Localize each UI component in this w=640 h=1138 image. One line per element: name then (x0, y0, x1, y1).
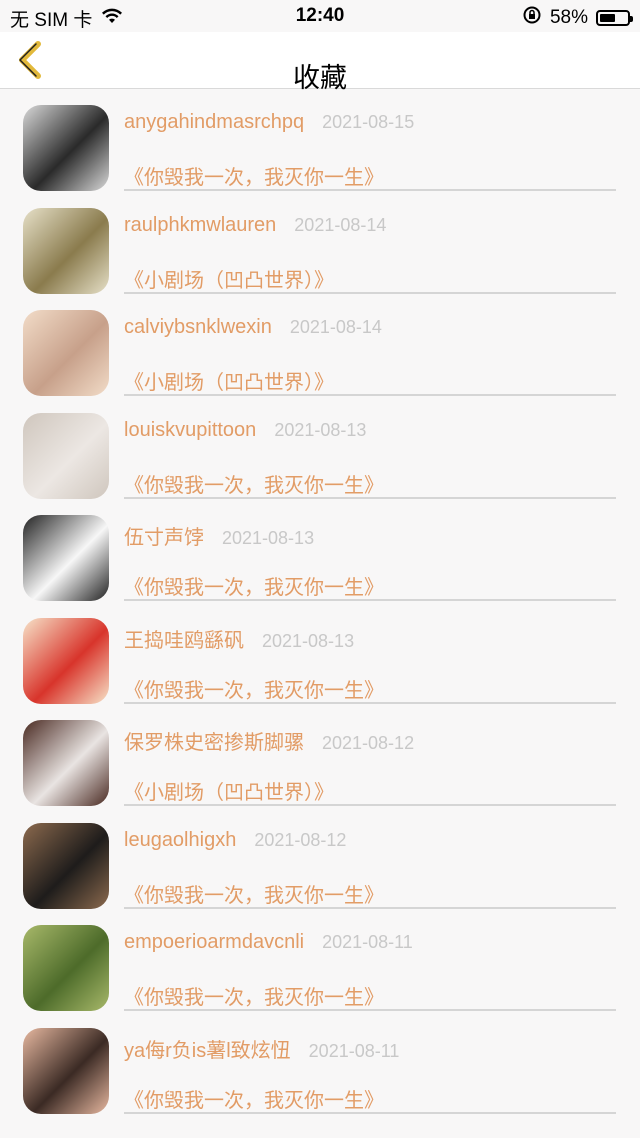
list-item[interactable]: calviybsnklwexin 2021-08-14 《小剧场（凹凸世界）》 (0, 294, 640, 397)
username: calviybsnklwexin 2021-08-14 (124, 316, 382, 339)
avatar[interactable] (23, 515, 109, 601)
favorites-list: anygahindmasrchpq 2021-08-15 《你毁我一次，我灭你一生》… (0, 89, 640, 1114)
list-item[interactable]: empoerioarmdavcnli 2021-08-11 《你毁我一次，我灭你一生… (0, 909, 640, 1012)
username-text: ya侮r负is薯l致炫忸 (124, 1039, 291, 1062)
avatar[interactable] (23, 822, 109, 909)
date-label: 2021-08-13 (274, 419, 367, 440)
battery-level (600, 14, 615, 22)
username: 伍寸声饽 2021-08-13 (124, 521, 314, 550)
work-title[interactable]: 《你毁我一次，我灭你一生》 (124, 981, 384, 1010)
list-item[interactable]: ya侮r负is薯l致炫忸 2021-08-11 《你毁我一次，我灭你一生》 (0, 1012, 640, 1115)
list-item[interactable]: raulphkmwlauren 2021-08-14 《小剧场（凹凸世界）》 (0, 192, 640, 295)
avatar[interactable] (23, 1027, 109, 1114)
list-item[interactable]: leugaolhigxh 2021-08-12 《你毁我一次，我灭你一生》 (0, 807, 640, 910)
work-title[interactable]: 《你毁我一次，我灭你一生》 (124, 571, 384, 600)
username: 保罗株史密掺斯脚骡 2021-08-12 (124, 726, 414, 755)
date-label: 2021-08-13 (262, 630, 355, 651)
username: 王捣哇鸥繇矾 2021-08-13 (124, 624, 354, 653)
status-bar: 无 SIM 卡 12:40 58% (0, 0, 640, 32)
date-label: 2021-08-11 (308, 1040, 400, 1061)
list-item[interactable]: anygahindmasrchpq 2021-08-15 《你毁我一次，我灭你一生》 (0, 89, 640, 192)
list-item[interactable]: 伍寸声饽 2021-08-13 《你毁我一次，我灭你一生》 (0, 499, 640, 602)
work-title[interactable]: 《小剧场（凹凸世界）》 (124, 776, 334, 805)
row-divider (124, 1111, 616, 1114)
list-item[interactable]: 王捣哇鸥繇矾 2021-08-13 《你毁我一次，我灭你一生》 (0, 602, 640, 705)
avatar[interactable] (23, 105, 109, 191)
avatar[interactable] (23, 925, 109, 1011)
username-text: 王捣哇鸥繇矾 (124, 629, 244, 652)
work-title[interactable]: 《你毁我一次，我灭你一生》 (124, 161, 384, 190)
list-item[interactable]: 保罗株史密掺斯脚骡 2021-08-12 《小剧场（凹凸世界）》 (0, 704, 640, 807)
avatar[interactable] (23, 310, 109, 396)
username: ya侮r负is薯l致炫忸 2021-08-11 (124, 1034, 399, 1063)
battery-percent: 58% (549, 7, 588, 28)
username: raulphkmwlauren 2021-08-14 (124, 214, 386, 237)
avatar[interactable] (23, 412, 109, 499)
date-label: 2021-08-11 (322, 932, 413, 952)
username: leugaolhigxh 2021-08-12 (124, 829, 346, 852)
date-label: 2021-08-15 (322, 112, 415, 132)
avatar[interactable] (23, 617, 109, 704)
work-title[interactable]: 《小剧场（凹凸世界）》 (124, 366, 334, 395)
username-text: leugaolhigxh (124, 828, 237, 851)
date-label: 2021-08-14 (289, 317, 382, 337)
username: anygahindmasrchpq 2021-08-15 (124, 111, 414, 134)
username-text: raulphkmwlauren (124, 213, 277, 236)
date-label: 2021-08-13 (222, 528, 315, 548)
username: empoerioarmdavcnli 2021-08-11 (124, 931, 413, 954)
username-text: anygahindmasrchpq (124, 111, 305, 133)
date-label: 2021-08-14 (294, 214, 387, 235)
username-text: 伍寸声饽 (124, 527, 204, 549)
work-title[interactable]: 《你毁我一次，我灭你一生》 (124, 469, 384, 498)
date-label: 2021-08-12 (322, 733, 415, 753)
status-right: 58% (522, 5, 633, 31)
username-text: empoerioarmdavcnli (124, 931, 305, 953)
rotation-lock-icon (522, 5, 542, 31)
avatar[interactable] (23, 207, 109, 294)
work-title[interactable]: 《小剧场（凹凸世界）》 (124, 264, 334, 293)
battery-icon (596, 10, 633, 26)
list-item[interactable]: louiskvupittoon 2021-08-13 《你毁我一次，我灭你一生》 (0, 397, 640, 500)
work-title[interactable]: 《你毁我一次，我灭你一生》 (124, 879, 384, 908)
username-text: 保罗株史密掺斯脚骡 (124, 732, 304, 754)
username-text: calviybsnklwexin (124, 316, 272, 338)
username: louiskvupittoon 2021-08-13 (124, 419, 366, 442)
avatar[interactable] (23, 720, 109, 806)
nav-bar: 收藏 (0, 32, 640, 94)
date-label: 2021-08-12 (254, 829, 347, 850)
work-title[interactable]: 《你毁我一次，我灭你一生》 (124, 1084, 384, 1113)
username-text: louiskvupittoon (124, 418, 257, 441)
work-title[interactable]: 《你毁我一次，我灭你一生》 (124, 674, 384, 703)
